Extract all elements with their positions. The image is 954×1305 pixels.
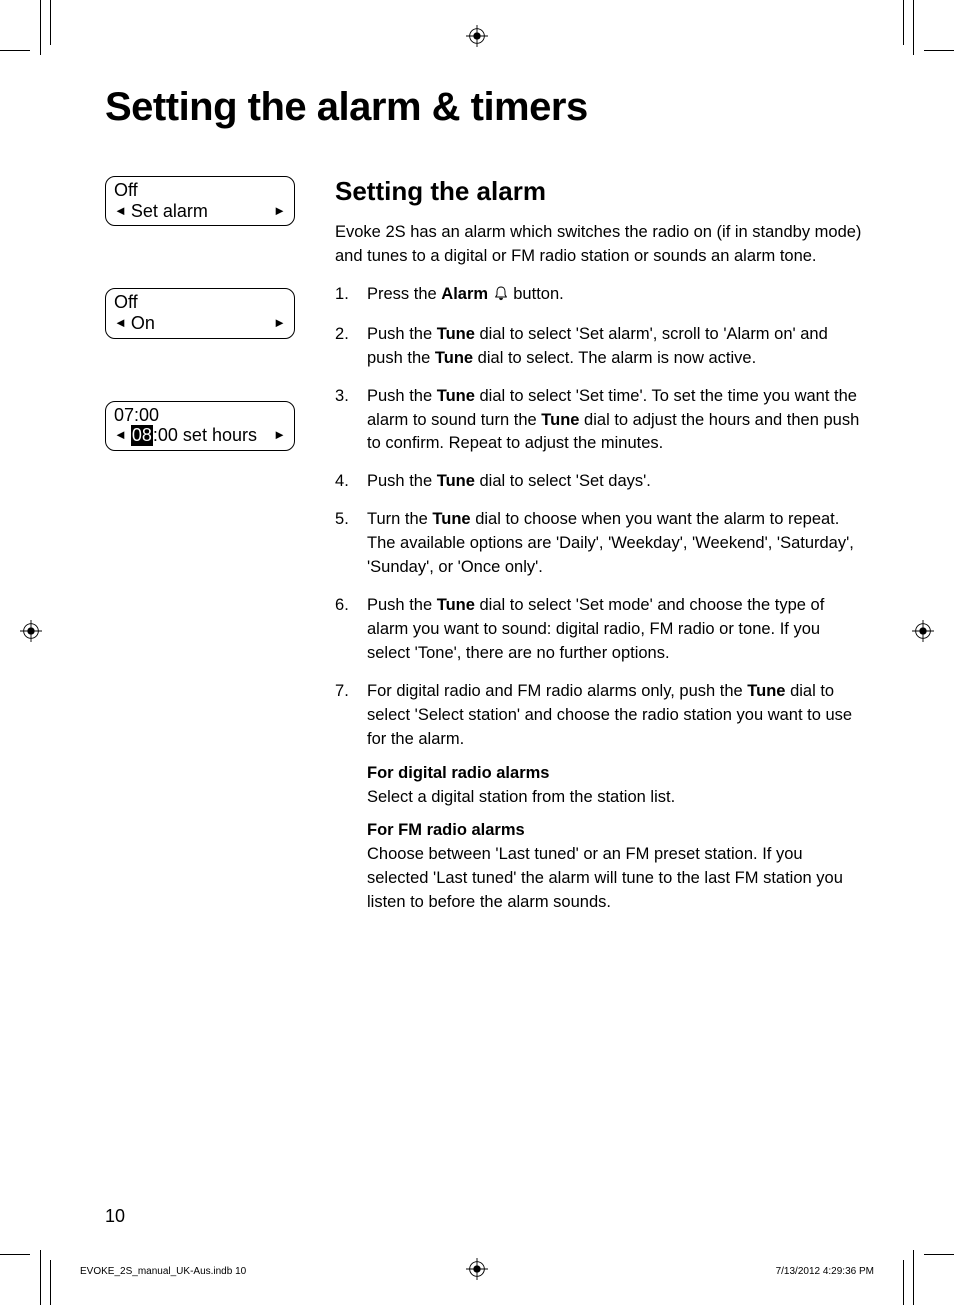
- page-number: 10: [105, 1206, 125, 1227]
- sub-paragraph: Select a digital station from the statio…: [367, 786, 865, 810]
- arrow-right-icon: ►: [273, 428, 286, 443]
- registration-mark-icon: [20, 620, 42, 642]
- registration-mark-icon: [912, 620, 934, 642]
- lcd-line: Off: [114, 180, 286, 201]
- lcd-on-off: Off ◄ On ►: [105, 288, 295, 338]
- step-item: Push the Tune dial to select 'Set days'.: [335, 470, 865, 494]
- lcd-line: :00 set hours: [153, 425, 257, 446]
- step-item: Press the Alarm button.: [335, 283, 865, 309]
- arrow-left-icon: ◄: [114, 316, 127, 331]
- step-item: Push the Tune dial to select 'Set mode' …: [335, 594, 865, 666]
- step-item: For digital radio and FM radio alarms on…: [335, 680, 865, 915]
- lcd-line: 07:00: [114, 405, 286, 426]
- lcd-line: Set alarm: [131, 201, 208, 222]
- arrow-right-icon: ►: [273, 204, 286, 219]
- step-item: Push the Tune dial to select 'Set alarm'…: [335, 323, 865, 371]
- bell-icon: [493, 285, 509, 309]
- lcd-line: On: [131, 313, 155, 334]
- arrow-right-icon: ►: [273, 316, 286, 331]
- arrow-left-icon: ◄: [114, 204, 127, 219]
- intro-paragraph: Evoke 2S has an alarm which switches the…: [335, 221, 865, 269]
- lcd-highlight: 08: [131, 425, 153, 446]
- sub-paragraph: Choose between 'Last tuned' or an FM pre…: [367, 843, 865, 915]
- step-item: Turn the Tune dial to choose when you wa…: [335, 508, 865, 580]
- section-heading: Setting the alarm: [335, 176, 865, 207]
- arrow-left-icon: ◄: [114, 428, 127, 443]
- steps-list: Press the Alarm button. Push the Tune di…: [335, 283, 865, 915]
- page-title: Setting the alarm & timers: [105, 85, 865, 130]
- sub-heading: For FM radio alarms: [367, 819, 865, 843]
- lcd-set-hours: 07:00 ◄ 08:00 set hours ►: [105, 401, 295, 451]
- step-item: Push the Tune dial to select 'Set time'.…: [335, 385, 865, 457]
- footer-filename: EVOKE_2S_manual_UK-Aus.indb 10: [80, 1266, 246, 1277]
- lcd-line: Off: [114, 292, 286, 313]
- registration-mark-icon: [466, 25, 488, 47]
- lcd-set-alarm: Off ◄ Set alarm ►: [105, 176, 295, 226]
- sub-heading: For digital radio alarms: [367, 762, 865, 786]
- footer-timestamp: 7/13/2012 4:29:36 PM: [776, 1266, 874, 1277]
